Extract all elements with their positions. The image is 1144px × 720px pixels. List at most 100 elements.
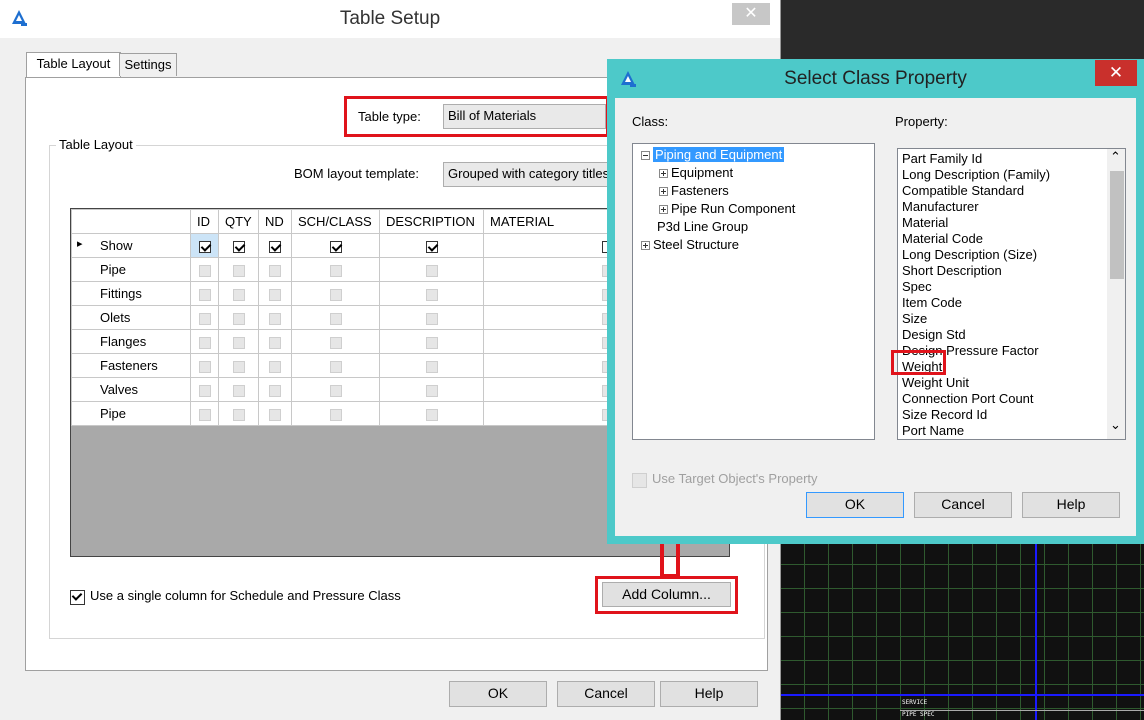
ok-button[interactable]: OK <box>449 681 547 707</box>
property-item[interactable]: Long Description (Size) <box>902 247 1037 262</box>
table-row[interactable]: Olets <box>71 305 621 330</box>
column-visibility-checkbox[interactable] <box>425 360 438 373</box>
tree-item-equipment[interactable]: Equipment <box>659 165 733 180</box>
property-item[interactable]: Manufacturer <box>902 199 979 214</box>
table-row[interactable]: Valves <box>71 377 621 402</box>
row-header[interactable]: Pipe <box>71 401 191 426</box>
column-header[interactable]: DESCRIPTION <box>379 209 484 234</box>
column-visibility-checkbox[interactable] <box>425 288 438 301</box>
column-visibility-checkbox[interactable] <box>232 240 245 253</box>
single-column-checkbox[interactable] <box>70 590 85 606</box>
column-visibility-checkbox[interactable] <box>425 240 438 253</box>
tree-item-steel-structure[interactable]: Steel Structure <box>641 237 739 252</box>
tree-item-piping-and-equipment[interactable]: Piping and Equipment <box>641 147 785 162</box>
row-header[interactable]: Pipe <box>71 257 191 282</box>
table-row[interactable]: ▸ Show <box>71 233 621 258</box>
property-item[interactable]: Size <box>902 311 927 326</box>
column-visibility-checkbox[interactable] <box>329 264 342 277</box>
column-visibility-checkbox[interactable] <box>269 288 281 301</box>
column-visibility-checkbox[interactable] <box>269 336 281 349</box>
column-header[interactable]: MATERIAL <box>483 209 621 234</box>
column-visibility-checkbox[interactable] <box>329 240 342 253</box>
row-header[interactable]: Valves <box>71 377 191 402</box>
table-row[interactable]: Fasteners <box>71 353 621 378</box>
property-item[interactable]: Weight Unit <box>902 375 969 390</box>
scroll-up-icon[interactable]: ⌃ <box>1110 149 1121 165</box>
column-visibility-checkbox[interactable] <box>198 312 211 325</box>
column-visibility-checkbox[interactable] <box>269 384 281 397</box>
column-visibility-checkbox[interactable] <box>232 288 245 301</box>
scroll-thumb[interactable] <box>1110 171 1124 279</box>
row-header[interactable]: Fasteners <box>71 353 191 378</box>
tree-item-pipe-run-component[interactable]: Pipe Run Component <box>659 201 795 216</box>
table-row[interactable]: Fittings <box>71 281 621 306</box>
expand-icon[interactable] <box>641 241 650 251</box>
column-visibility-checkbox[interactable] <box>232 312 245 325</box>
bom-template-select[interactable]: Grouped with category titles <box>443 162 608 187</box>
column-visibility-checkbox[interactable] <box>425 312 438 325</box>
property-scrollbar[interactable]: ⌃ ⌄ <box>1107 149 1125 439</box>
row-header[interactable]: Fittings <box>71 281 191 306</box>
column-visibility-checkbox[interactable] <box>198 408 211 421</box>
help-button[interactable]: Help <box>1022 492 1120 518</box>
property-list[interactable]: Part Family Id Long Description (Family) C… <box>897 148 1126 440</box>
close-icon[interactable]: ✕ <box>1095 60 1137 86</box>
close-icon[interactable]: ✕ <box>732 3 770 25</box>
column-visibility-checkbox[interactable] <box>425 408 438 421</box>
column-visibility-checkbox[interactable] <box>269 240 281 253</box>
column-visibility-checkbox[interactable] <box>329 288 342 301</box>
table-row[interactable]: Pipe <box>71 257 621 282</box>
column-visibility-checkbox[interactable] <box>198 360 211 373</box>
column-visibility-checkbox[interactable] <box>329 408 342 421</box>
property-item[interactable]: Part Family Id <box>902 151 982 166</box>
property-item[interactable]: Item Code <box>902 295 962 310</box>
property-item[interactable]: Long Description (Family) <box>902 167 1050 182</box>
tab-settings[interactable]: Settings <box>119 53 177 76</box>
scroll-down-icon[interactable]: ⌄ <box>1110 417 1121 433</box>
cancel-button[interactable]: Cancel <box>557 681 655 707</box>
help-button[interactable]: Help <box>660 681 758 707</box>
property-item[interactable]: Compatible Standard <box>902 183 1024 198</box>
column-visibility-checkbox[interactable] <box>329 312 342 325</box>
column-visibility-checkbox[interactable] <box>198 288 211 301</box>
table-row[interactable]: Pipe <box>71 401 621 426</box>
row-header[interactable]: Olets <box>71 305 191 330</box>
column-visibility-checkbox[interactable] <box>269 408 281 421</box>
column-visibility-checkbox[interactable] <box>425 384 438 397</box>
tree-item-fasteners[interactable]: Fasteners <box>659 183 729 198</box>
column-header[interactable]: ND <box>258 209 292 234</box>
ok-button[interactable]: OK <box>806 492 904 518</box>
column-visibility-checkbox[interactable] <box>425 264 438 277</box>
property-item[interactable]: Connection Port Count <box>902 391 1034 406</box>
tree-item-p3d-line-group[interactable]: P3d Line Group <box>657 219 748 234</box>
column-visibility-checkbox[interactable] <box>329 336 342 349</box>
expand-icon[interactable] <box>659 169 668 179</box>
row-header[interactable]: Flanges <box>71 329 191 354</box>
property-item[interactable]: Short Description <box>902 263 1002 278</box>
cancel-button[interactable]: Cancel <box>914 492 1012 518</box>
row-header[interactable]: ▸ Show <box>71 233 191 258</box>
column-visibility-checkbox[interactable] <box>198 336 211 349</box>
table-row[interactable]: Flanges <box>71 329 621 354</box>
property-item[interactable]: Size Record Id <box>902 407 987 422</box>
property-item[interactable]: Material <box>902 215 948 230</box>
class-tree[interactable]: Piping and Equipment Equipment Fasteners… <box>632 143 875 440</box>
column-visibility-checkbox[interactable] <box>198 240 211 253</box>
column-visibility-checkbox[interactable] <box>269 264 281 277</box>
column-visibility-checkbox[interactable] <box>269 312 281 325</box>
add-column-button[interactable]: Add Column... <box>602 582 731 607</box>
column-visibility-checkbox[interactable] <box>269 360 281 373</box>
property-item[interactable]: Design Std <box>902 327 966 342</box>
use-target-checkbox[interactable] <box>632 473 647 489</box>
collapse-icon[interactable] <box>641 151 650 161</box>
column-visibility-checkbox[interactable] <box>232 360 245 373</box>
column-visibility-checkbox[interactable] <box>329 384 342 397</box>
column-visibility-checkbox[interactable] <box>329 360 342 373</box>
property-item[interactable]: Material Code <box>902 231 983 246</box>
column-header[interactable]: QTY <box>218 209 259 234</box>
column-visibility-checkbox[interactable] <box>198 264 211 277</box>
column-visibility-checkbox[interactable] <box>425 336 438 349</box>
column-visibility-checkbox[interactable] <box>232 384 245 397</box>
table-type-select[interactable]: Bill of Materials <box>443 104 606 129</box>
expand-icon[interactable] <box>659 205 668 215</box>
